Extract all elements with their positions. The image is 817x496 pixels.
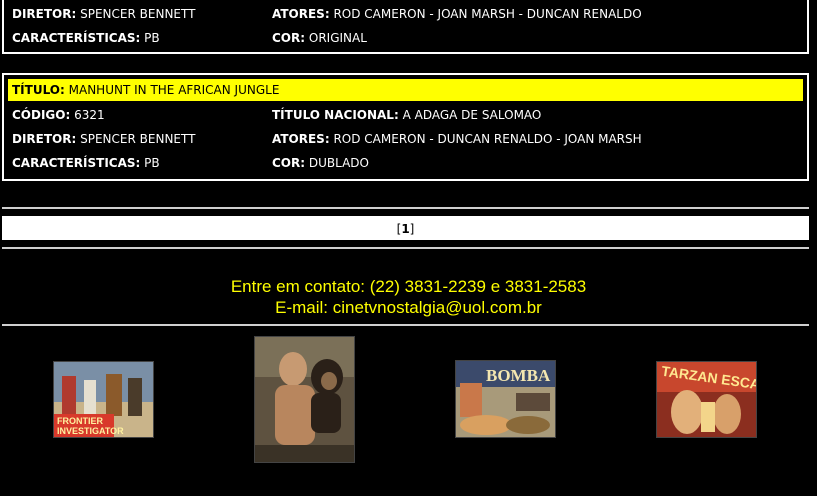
film-record-1: DIRETOR: SPENCER BENNETT ATORES: ROD CAM…: [2, 0, 809, 54]
diretor-row: DIRETOR: SPENCER BENNETT ATORES: ROD CAM…: [12, 129, 642, 149]
poster-image: [255, 337, 354, 462]
svg-text:FRONTIER: FRONTIER: [57, 416, 103, 426]
poster-frontier-investigator[interactable]: FRONTIER INVESTIGATOR: [53, 361, 154, 438]
caracteristicas-row: CARACTERÍSTICAS: PB COR: ORIGINAL: [12, 28, 367, 48]
titulo-label: TÍTULO:: [12, 83, 65, 97]
codigo-value: 6321: [74, 108, 105, 122]
poster-image: BOMBA: [456, 361, 555, 437]
atores-field: ATORES: ROD CAMERON - DUNCAN RENALDO - J…: [272, 129, 642, 149]
atores-value: ROD CAMERON - JOAN MARSH - DUNCAN RENALD…: [333, 7, 642, 21]
cor-label: COR:: [272, 156, 306, 170]
diretor-value: SPENCER BENNETT: [80, 7, 196, 21]
atores-field: ATORES: ROD CAMERON - JOAN MARSH - DUNCA…: [272, 4, 642, 24]
poster-bomba[interactable]: BOMBA: [455, 360, 556, 438]
titulo-nacional-value: A ADAGA DE SALOMAO: [402, 108, 542, 122]
codigo-label: CÓDIGO:: [12, 108, 71, 122]
film-record-2: TÍTULO: MANHUNT IN THE AFRICAN JUNGLE CÓ…: [2, 73, 809, 181]
titulo-nacional-label: TÍTULO NACIONAL:: [272, 108, 399, 122]
caracteristicas-label: CARACTERÍSTICAS:: [12, 31, 141, 45]
cor-label: COR:: [272, 31, 306, 45]
divider: [2, 324, 809, 326]
contact-phone: Entre em contato: (22) 3831-2239 e 3831-…: [230, 277, 587, 296]
titulo-nacional-field: TÍTULO NACIONAL: A ADAGA DE SALOMAO: [272, 105, 541, 125]
diretor-label: DIRETOR:: [12, 7, 77, 21]
atores-label: ATORES:: [272, 7, 330, 21]
cor-field: COR: DUBLADO: [272, 153, 369, 173]
caracteristicas-row: CARACTERÍSTICAS: PB COR: DUBLADO: [12, 153, 369, 173]
diretor-label: DIRETOR:: [12, 132, 77, 146]
atores-label: ATORES:: [272, 132, 330, 146]
email-link[interactable]: E-mail: cinetvnostalgia@uol.com.br: [275, 298, 542, 317]
titulo-value: MANHUNT IN THE AFRICAN JUNGLE: [68, 83, 280, 97]
caracteristicas-label: CARACTERÍSTICAS:: [12, 156, 141, 170]
pagination-bar: [1]: [2, 216, 809, 240]
divider: [2, 247, 809, 249]
cor-field: COR: ORIGINAL: [272, 28, 367, 48]
divider: [2, 207, 809, 209]
pager-close: ]: [409, 222, 415, 236]
poster-image: FRONTIER INVESTIGATOR: [54, 362, 153, 437]
caracteristicas-value: PB: [144, 31, 160, 45]
contact-email: E-mail: cinetvnostalgia@uol.com.br: [0, 298, 817, 318]
diretor-value: SPENCER BENNETT: [80, 132, 196, 146]
cor-value: ORIGINAL: [308, 31, 367, 45]
poster-tarzan-escapes[interactable]: TARZAN ESCAPES: [656, 361, 757, 438]
cor-value: DUBLADO: [308, 156, 369, 170]
diretor-row: DIRETOR: SPENCER BENNETT ATORES: ROD CAM…: [12, 4, 642, 24]
caracteristicas-value: PB: [144, 156, 160, 170]
svg-text:INVESTIGATOR: INVESTIGATOR: [57, 426, 124, 436]
page-link-1[interactable]: 1: [401, 222, 409, 236]
svg-text:BOMBA: BOMBA: [486, 366, 551, 385]
codigo-row: CÓDIGO: 6321 TÍTULO NACIONAL: A ADAGA DE…: [12, 105, 541, 125]
atores-value: ROD CAMERON - DUNCAN RENALDO - JOAN MARS…: [333, 132, 642, 146]
poster-image: TARZAN ESCAPES: [657, 362, 756, 437]
poster-tarzan-photo[interactable]: [254, 336, 355, 463]
film-title-bar: TÍTULO: MANHUNT IN THE AFRICAN JUNGLE: [8, 79, 803, 101]
